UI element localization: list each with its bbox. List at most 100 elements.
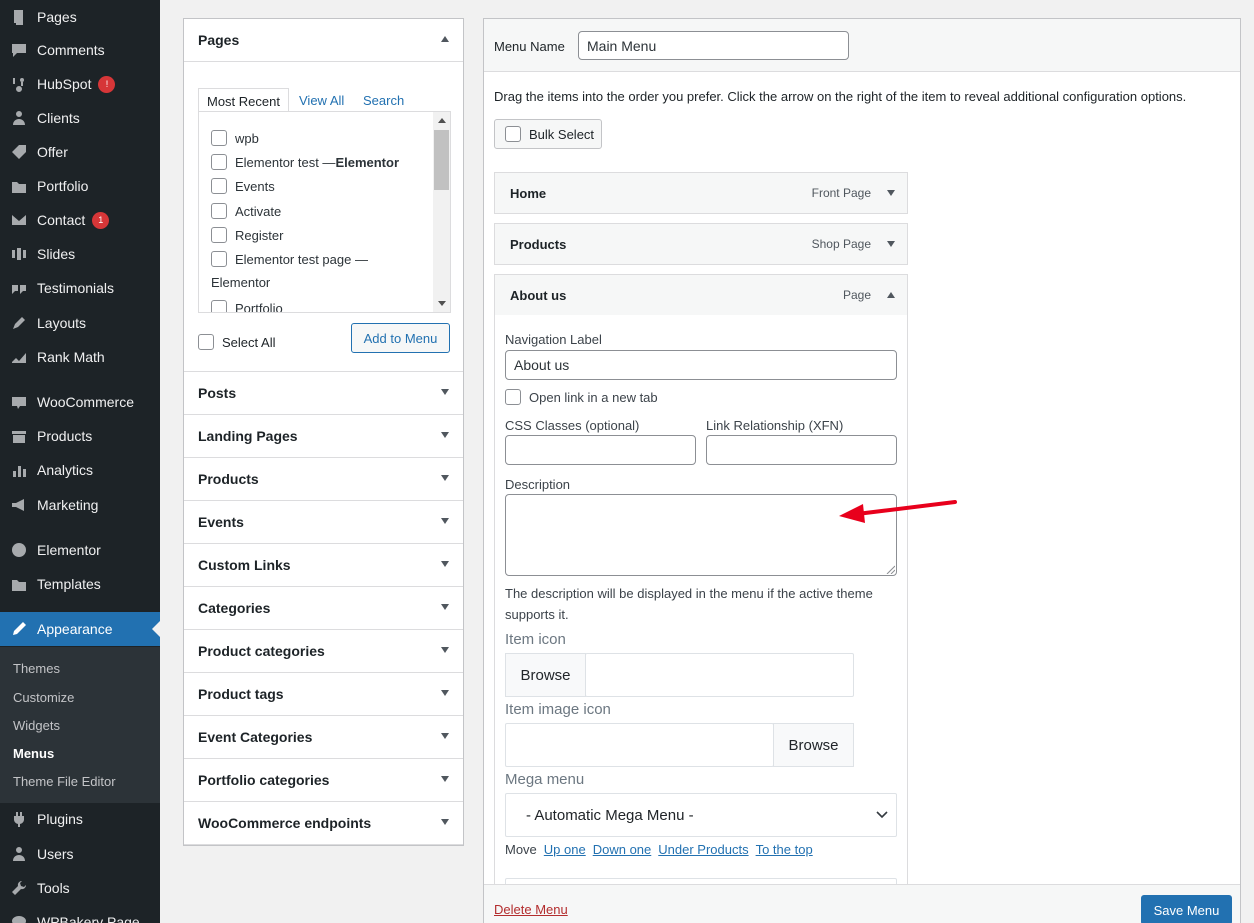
menu-item-home[interactable]: Home Front Page	[494, 172, 908, 214]
item-icon-input[interactable]	[585, 653, 854, 697]
sidebar-item-contact[interactable]: Contact 1	[0, 203, 160, 237]
expand-arrow-icon[interactable]	[441, 733, 449, 739]
sidebar-item-plugins[interactable]: Plugins	[0, 802, 160, 836]
sidebar-item-appearance[interactable]: Appearance	[0, 612, 160, 646]
list-item[interactable]: Elementor test — Elementor	[211, 154, 399, 170]
sidebar-item-offer[interactable]: Offer	[0, 135, 160, 169]
expand-arrow-icon[interactable]	[441, 561, 449, 567]
expand-arrow-icon[interactable]	[887, 241, 895, 247]
page-checkbox[interactable]	[211, 130, 227, 146]
expand-arrow-icon[interactable]	[441, 432, 449, 438]
delete-menu-link[interactable]: Delete Menu	[494, 902, 568, 917]
tab-search[interactable]: Search	[355, 88, 412, 113]
sidebar-item-rank-math[interactable]: Rank Math	[0, 340, 160, 374]
list-item[interactable]: wpb	[211, 130, 259, 146]
sidebar-item-tools[interactable]: Tools	[0, 871, 160, 905]
sidebar-item-testimonials[interactable]: Testimonials	[0, 271, 160, 305]
tab-most-recent[interactable]: Most Recent	[198, 88, 289, 113]
menu-item-products[interactable]: Products Shop Page	[494, 223, 908, 265]
accordion-portfolio-categories[interactable]: Portfolio categories	[184, 759, 463, 802]
accordion-pages[interactable]: Pages	[184, 19, 463, 62]
expand-arrow-icon[interactable]	[441, 776, 449, 782]
item-image-icon-browse-button[interactable]: Browse	[773, 723, 854, 767]
expand-arrow-icon[interactable]	[887, 190, 895, 196]
accordion-events[interactable]: Events	[184, 501, 463, 544]
page-list-scrollbar[interactable]	[433, 112, 450, 312]
bulk-select-button[interactable]: Bulk Select	[494, 119, 602, 149]
submenu-widgets[interactable]: Widgets	[13, 718, 60, 733]
sidebar-item-layouts[interactable]: Layouts	[0, 306, 160, 340]
expand-arrow-icon[interactable]	[441, 604, 449, 610]
expand-arrow-icon[interactable]	[441, 518, 449, 524]
accordion-products[interactable]: Products	[184, 458, 463, 501]
nav-label-input[interactable]: About us	[505, 350, 897, 380]
page-checkbox[interactable]	[211, 227, 227, 243]
item-icon-browse-button[interactable]: Browse	[505, 653, 586, 697]
accordion-posts[interactable]: Posts	[184, 372, 463, 415]
sidebar-item-products[interactable]: Products	[0, 419, 160, 453]
move-under-products-link[interactable]: Under Products	[658, 842, 748, 857]
list-item[interactable]: Activate	[211, 203, 281, 219]
list-item[interactable]: Portfolio	[211, 300, 283, 312]
list-item[interactable]: Register	[211, 227, 283, 243]
page-checkbox[interactable]	[211, 154, 227, 170]
collapse-arrow-icon[interactable]	[441, 36, 449, 42]
menu-item-about-us[interactable]: About us Page	[494, 274, 908, 316]
add-to-menu-button[interactable]: Add to Menu	[351, 323, 450, 353]
sidebar-item-slides[interactable]: Slides	[0, 237, 160, 271]
page-checkbox[interactable]	[211, 203, 227, 219]
scroll-thumb[interactable]	[434, 130, 449, 190]
accordion-categories[interactable]: Categories	[184, 587, 463, 630]
expand-arrow-icon[interactable]	[441, 389, 449, 395]
expand-arrow-icon[interactable]	[441, 690, 449, 696]
scroll-up-icon[interactable]	[438, 118, 446, 123]
sidebar-item-elementor[interactable]: Elementor	[0, 533, 160, 567]
accordion-woocommerce-endpoints[interactable]: WooCommerce endpoints	[184, 802, 463, 845]
select-all[interactable]: Select All	[198, 334, 275, 350]
tab-view-all[interactable]: View All	[291, 88, 352, 113]
sidebar-item-woocommerce[interactable]: WooCommerce	[0, 385, 160, 419]
sidebar-item-users[interactable]: Users	[0, 837, 160, 871]
submenu-customize[interactable]: Customize	[13, 690, 74, 705]
list-item[interactable]: Elementor test page —	[211, 251, 368, 267]
sidebar-item-clients[interactable]: Clients	[0, 101, 160, 135]
accordion-product-tags[interactable]: Product tags	[184, 673, 463, 716]
sidebar-item-analytics[interactable]: Analytics	[0, 453, 160, 487]
move-to-top-link[interactable]: To the top	[756, 842, 813, 857]
move-up-one-link[interactable]: Up one	[544, 842, 586, 857]
accordion-custom-links[interactable]: Custom Links	[184, 544, 463, 587]
submenu-menus[interactable]: Menus	[13, 746, 54, 761]
resize-handle-icon[interactable]	[885, 564, 895, 574]
list-item[interactable]: Events	[211, 178, 275, 194]
menu-name-input[interactable]: Main Menu	[578, 31, 849, 60]
sidebar-item-hubspot[interactable]: HubSpot!	[0, 67, 160, 101]
accordion-product-categories[interactable]: Product categories	[184, 630, 463, 673]
sidebar-item-pages[interactable]: Pages	[0, 0, 160, 34]
scroll-down-icon[interactable]	[438, 301, 446, 306]
accordion-landing-pages[interactable]: Landing Pages	[184, 415, 463, 458]
sidebar-item-marketing[interactable]: Marketing	[0, 488, 160, 522]
item-image-icon-input[interactable]	[505, 723, 774, 767]
sidebar-item-comments[interactable]: Comments	[0, 33, 160, 67]
sidebar-item-wpbakery-page[interactable]: WPBakery Page	[0, 905, 160, 923]
submenu-theme-file-editor[interactable]: Theme File Editor	[13, 774, 116, 789]
sidebar-item-portfolio[interactable]: Portfolio	[0, 169, 160, 203]
xfn-input[interactable]	[706, 435, 897, 465]
accordion-event-categories[interactable]: Event Categories	[184, 716, 463, 759]
page-checkbox[interactable]	[211, 178, 227, 194]
mega-menu-select[interactable]: - Automatic Mega Menu -	[505, 793, 897, 837]
sidebar-item-templates[interactable]: Templates	[0, 567, 160, 601]
expand-arrow-icon[interactable]	[441, 647, 449, 653]
submenu-themes[interactable]: Themes	[13, 661, 60, 676]
move-down-one-link[interactable]: Down one	[593, 842, 652, 857]
page-checkbox[interactable]	[211, 251, 227, 267]
page-checkbox[interactable]	[211, 300, 227, 312]
open-new-tab[interactable]: Open link in a new tab	[505, 389, 658, 405]
expand-arrow-icon[interactable]	[441, 475, 449, 481]
expand-arrow-icon[interactable]	[441, 819, 449, 825]
new-tab-checkbox[interactable]	[505, 389, 521, 405]
save-menu-button[interactable]: Save Menu	[1141, 895, 1232, 923]
select-all-checkbox[interactable]	[198, 334, 214, 350]
css-classes-input[interactable]	[505, 435, 696, 465]
collapse-arrow-icon[interactable]	[887, 292, 895, 298]
